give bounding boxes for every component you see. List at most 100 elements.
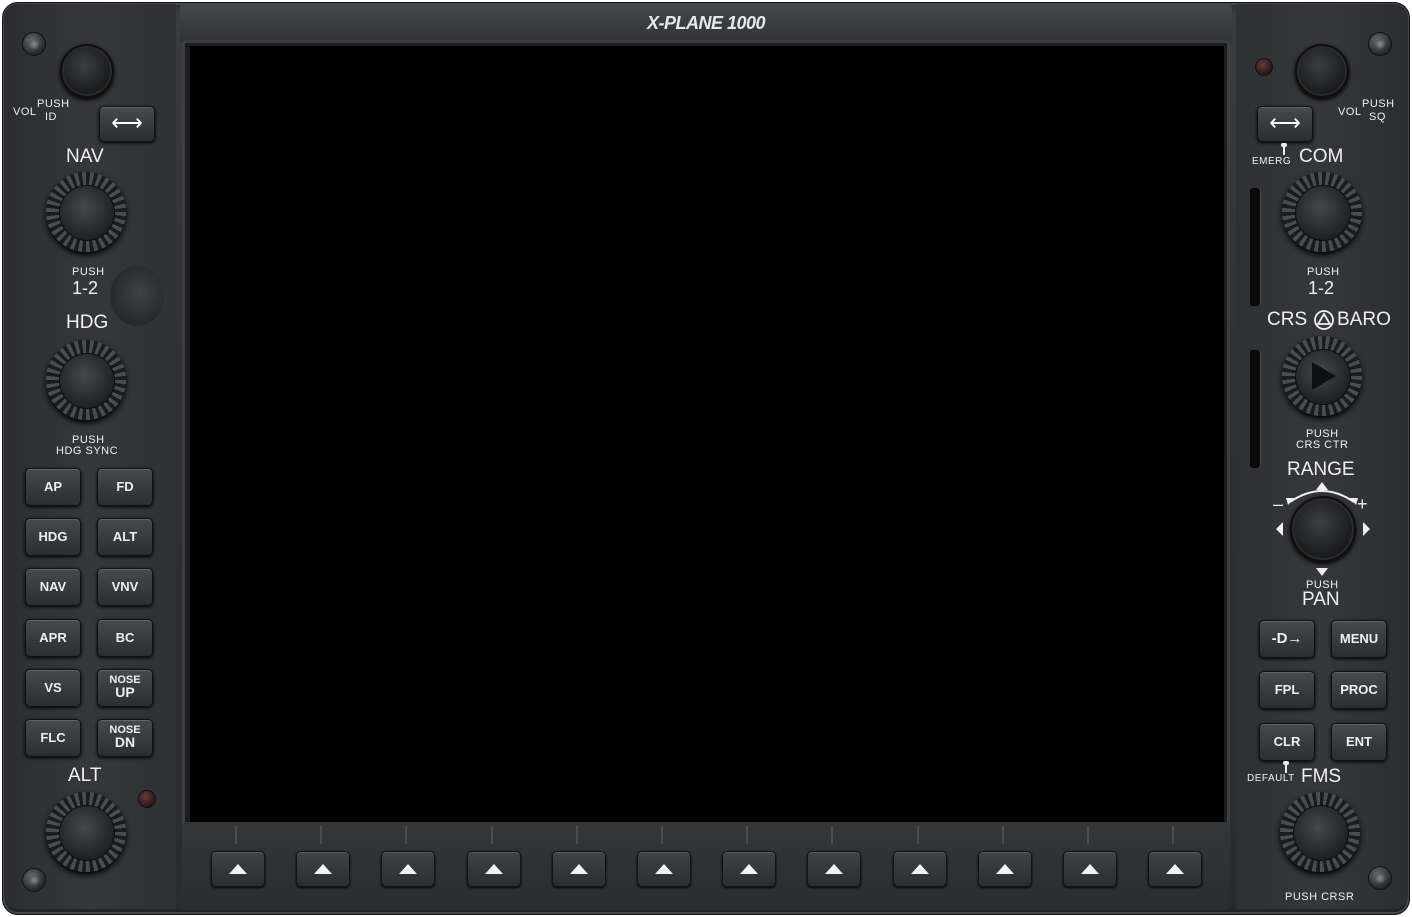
proc-button[interactable]: PROC bbox=[1331, 671, 1387, 709]
direct-to-button[interactable]: -D→ bbox=[1259, 620, 1315, 658]
crs-ctr-label: CRS CTR bbox=[1296, 439, 1349, 451]
vol-label: VOL bbox=[13, 106, 37, 118]
ent-button[interactable]: ENT bbox=[1331, 723, 1387, 761]
hdg-sync-label: HDG SYNC bbox=[56, 445, 119, 457]
screw-icon bbox=[22, 32, 46, 56]
ap-button[interactable]: AP bbox=[25, 468, 81, 506]
up-triangle-icon bbox=[996, 864, 1014, 874]
softkey-separator bbox=[235, 826, 237, 844]
softkey-separator bbox=[1172, 826, 1174, 844]
nose-dn-bottom-label: DN bbox=[114, 734, 136, 750]
emerg-label: EMERG bbox=[1252, 156, 1292, 167]
pan-label: PAN bbox=[1302, 589, 1340, 610]
softkey-7[interactable] bbox=[722, 851, 776, 887]
com-label: COM bbox=[1299, 146, 1344, 167]
vnv-button[interactable]: VNV bbox=[97, 568, 153, 606]
screw-icon bbox=[1368, 32, 1392, 56]
up-triangle-icon bbox=[655, 864, 673, 874]
alt-label: ALT bbox=[68, 765, 102, 786]
device-title: X-PLANE 1000 bbox=[646, 13, 766, 33]
softkey-separator bbox=[1002, 826, 1004, 844]
up-triangle-icon bbox=[911, 864, 929, 874]
menu-button[interactable]: MENU bbox=[1331, 620, 1387, 658]
top-frame: X-PLANE 1000 bbox=[180, 4, 1232, 44]
fms-knob[interactable] bbox=[1280, 792, 1360, 872]
softkey-separator bbox=[917, 826, 919, 844]
nose-up-button[interactable]: NOSE UP bbox=[97, 669, 153, 707]
vol-label: VOL bbox=[1338, 106, 1362, 118]
alt-button[interactable]: ALT bbox=[97, 518, 153, 556]
softkey-10[interactable] bbox=[978, 851, 1032, 887]
push-crsr-label: PUSH CRSR bbox=[1285, 891, 1355, 903]
bezel-bulge bbox=[110, 266, 164, 326]
com-push-value: 1-2 bbox=[1308, 278, 1335, 298]
vs-button[interactable]: VS bbox=[25, 669, 81, 707]
up-triangle-icon bbox=[314, 864, 332, 874]
up-triangle-icon bbox=[399, 864, 417, 874]
softkey-5[interactable] bbox=[552, 851, 606, 887]
softkey-9[interactable] bbox=[893, 851, 947, 887]
softkey-separator bbox=[491, 826, 493, 844]
hdg-button[interactable]: HDG bbox=[25, 518, 81, 556]
softkey-separator bbox=[1087, 826, 1089, 844]
sd-card-slot bbox=[1250, 350, 1260, 468]
fd-button[interactable]: FD bbox=[97, 468, 153, 506]
screw-icon bbox=[22, 868, 46, 892]
push-label: PUSH bbox=[37, 98, 70, 110]
softkey-4[interactable] bbox=[467, 851, 521, 887]
softkey-12[interactable] bbox=[1148, 851, 1202, 887]
softkey-separator bbox=[405, 826, 407, 844]
alt-knob[interactable] bbox=[46, 792, 126, 872]
nav-volume-knob[interactable] bbox=[60, 44, 114, 98]
softkey-11[interactable] bbox=[1063, 851, 1117, 887]
default-label: DEFAULT bbox=[1247, 773, 1295, 784]
com-knob[interactable] bbox=[1282, 172, 1362, 252]
sd-card-slot bbox=[1250, 188, 1260, 306]
softkey-1[interactable] bbox=[211, 851, 265, 887]
nav-button[interactable]: NAV bbox=[25, 568, 81, 606]
push-label: PUSH bbox=[1362, 98, 1395, 110]
nav-knob[interactable] bbox=[46, 172, 126, 252]
com-swap-button[interactable]: ⟷ bbox=[1257, 106, 1313, 142]
softkey-separator bbox=[831, 826, 833, 844]
crs-pointer-icon bbox=[1312, 362, 1336, 390]
apr-button[interactable]: APR bbox=[25, 619, 81, 657]
nav-swap-button[interactable]: ⟷ bbox=[99, 106, 155, 142]
nav-push-value: 1-2 bbox=[72, 278, 99, 298]
emerg-tick-head bbox=[1281, 143, 1287, 147]
softkey-8[interactable] bbox=[807, 851, 861, 887]
default-tick-head bbox=[1283, 761, 1289, 765]
up-triangle-icon bbox=[229, 864, 247, 874]
fpl-button[interactable]: FPL bbox=[1259, 671, 1315, 709]
softkey-separator bbox=[661, 826, 663, 844]
display-screen bbox=[190, 46, 1224, 822]
up-triangle-icon bbox=[825, 864, 843, 874]
nose-up-bottom-label: UP bbox=[115, 684, 135, 700]
up-triangle-icon bbox=[1166, 864, 1184, 874]
nav-push-label: PUSH bbox=[72, 266, 105, 278]
softkey-6[interactable] bbox=[637, 851, 691, 887]
range-knob[interactable] bbox=[1290, 496, 1356, 562]
baro-label: BARO bbox=[1337, 309, 1391, 330]
id-label: ID bbox=[45, 111, 57, 123]
indicator-led bbox=[1255, 58, 1273, 76]
range-plus-label: + bbox=[1357, 494, 1368, 514]
screw-icon bbox=[1368, 866, 1392, 890]
com-volume-knob[interactable] bbox=[1295, 44, 1349, 98]
softkey-separator bbox=[746, 826, 748, 844]
hdg-knob[interactable] bbox=[46, 340, 126, 420]
softkey-3[interactable] bbox=[381, 851, 435, 887]
com-push-label: PUSH bbox=[1307, 266, 1340, 278]
indicator-led bbox=[138, 790, 156, 808]
up-triangle-icon bbox=[485, 864, 503, 874]
clr-button[interactable]: CLR bbox=[1259, 723, 1315, 761]
hdg-label: HDG bbox=[66, 312, 109, 333]
bc-button[interactable]: BC bbox=[97, 619, 153, 657]
nose-dn-button[interactable]: NOSE DN bbox=[97, 719, 153, 757]
up-triangle-icon bbox=[570, 864, 588, 874]
up-triangle-icon bbox=[740, 864, 758, 874]
softkey-2[interactable] bbox=[296, 851, 350, 887]
flc-button[interactable]: FLC bbox=[25, 719, 81, 757]
softkey-separator bbox=[576, 826, 578, 844]
softkey-separator bbox=[320, 826, 322, 844]
